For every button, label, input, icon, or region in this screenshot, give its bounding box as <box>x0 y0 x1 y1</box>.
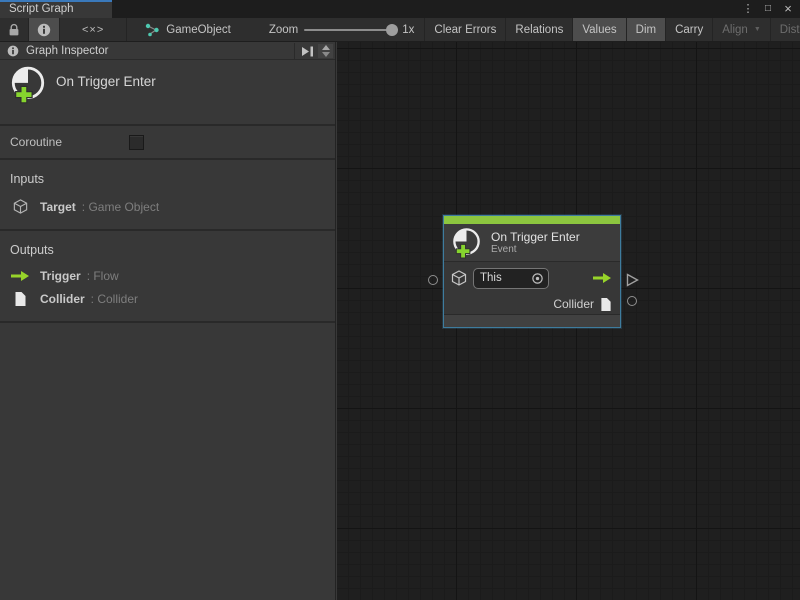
inputs-section: Inputs Target : Game Object <box>0 160 335 231</box>
document-icon <box>14 291 27 307</box>
node-output-port-collider[interactable] <box>627 296 637 306</box>
tab-script-graph[interactable]: Script Graph <box>0 0 112 18</box>
zoom-slider[interactable] <box>304 29 396 31</box>
output-row-trigger: Trigger : Flow <box>0 265 335 287</box>
outputs-section: Outputs Trigger : Flow Collider : Collid… <box>0 231 335 323</box>
maximize-icon[interactable]: □ <box>760 1 776 17</box>
coroutine-row: Coroutine <box>0 126 335 160</box>
carry-label: Carry <box>675 24 703 36</box>
node-body: This Collider <box>444 261 620 314</box>
distribute-label: Distribute <box>780 24 800 36</box>
node-collider-row: Collider <box>444 294 620 314</box>
lock-button[interactable] <box>0 18 29 41</box>
clear-errors-button[interactable]: Clear Errors <box>424 18 506 41</box>
graph-inspector-header: Graph Inspector <box>0 42 335 60</box>
node-input-port-target[interactable] <box>428 275 438 285</box>
on-trigger-enter-node[interactable]: On Trigger Enter Event This <box>443 215 621 328</box>
node-color-strip <box>444 216 620 224</box>
inspector-toggle-button[interactable] <box>29 18 60 41</box>
target-dropdown[interactable]: This <box>473 268 549 289</box>
target-dropdown-value: This <box>480 272 527 284</box>
graph-icon <box>145 23 160 37</box>
window-controls: ⋮ □ × <box>740 0 796 18</box>
code-icon: <×> <box>82 24 104 36</box>
port-type: : Game Object <box>82 200 159 214</box>
event-unit-icon <box>8 64 48 104</box>
flow-arrow-icon <box>10 270 30 282</box>
node-subtitle: Event <box>491 244 580 256</box>
dock-panel-icon[interactable] <box>300 45 315 58</box>
chevron-down-icon: ▼ <box>754 26 761 33</box>
tab-label: Script Graph <box>9 3 74 15</box>
graph-inspector-title: Graph Inspector <box>26 45 108 57</box>
port-type: : Collider <box>91 292 138 306</box>
align-label: Align <box>722 24 748 36</box>
graph-toolbar: <×> GameObject Zoom 1x Clear Errors Rela… <box>0 18 800 42</box>
arrow-down-icon[interactable] <box>322 52 330 57</box>
node-header[interactable]: On Trigger Enter Event <box>444 224 620 261</box>
window-menu-icon[interactable]: ⋮ <box>740 1 756 17</box>
port-type: : Flow <box>87 269 119 283</box>
values-button[interactable]: Values <box>573 18 626 41</box>
object-picker-icon[interactable] <box>531 272 544 285</box>
graph-inspector-panel: Graph Inspector On Trigger Enter Corouti… <box>0 42 336 600</box>
node-footer <box>444 314 620 327</box>
values-label: Values <box>582 24 616 36</box>
port-name: Target <box>40 200 76 214</box>
node-target-row: This <box>444 262 620 294</box>
window-tab-bar: Script Graph ⋮ □ × <box>0 0 800 18</box>
code-view-button[interactable]: <×> <box>60 18 127 41</box>
zoom-label: Zoom <box>269 24 298 36</box>
event-unit-icon <box>450 226 483 259</box>
outputs-header: Outputs <box>0 237 335 265</box>
zoom-slider-thumb[interactable] <box>386 24 398 36</box>
collider-port-label: Collider <box>553 297 594 311</box>
output-row-collider: Collider : Collider <box>0 287 335 311</box>
document-icon <box>600 297 612 312</box>
cube-icon <box>12 198 29 215</box>
port-name: Collider <box>40 292 85 306</box>
carry-button[interactable]: Carry <box>666 18 713 41</box>
arrow-up-icon[interactable] <box>322 45 330 50</box>
graph-target-indicator[interactable]: GameObject <box>127 18 241 41</box>
input-row-target: Target : Game Object <box>0 194 335 219</box>
graph-canvas[interactable]: On Trigger Enter Event This <box>337 42 800 600</box>
zoom-control: Zoom 1x <box>241 18 425 41</box>
coroutine-label: Coroutine <box>10 135 129 149</box>
relations-label: Relations <box>515 24 563 36</box>
clear-errors-label: Clear Errors <box>434 24 496 36</box>
close-icon[interactable]: × <box>780 1 796 17</box>
info-icon <box>7 45 19 57</box>
lock-icon <box>8 23 20 37</box>
node-title: On Trigger Enter <box>491 230 580 244</box>
cube-icon <box>450 269 468 287</box>
divider <box>294 43 295 59</box>
node-output-port-trigger[interactable] <box>626 273 639 287</box>
flow-arrow-icon <box>592 272 612 284</box>
dim-button[interactable]: Dim <box>627 18 666 41</box>
panel-scroll-spinner <box>318 44 333 58</box>
relations-button[interactable]: Relations <box>506 18 573 41</box>
info-icon <box>37 23 51 37</box>
graph-target-label: GameObject <box>166 24 231 36</box>
distribute-button[interactable]: Distribute ▼ <box>771 18 800 41</box>
coroutine-checkbox[interactable] <box>129 135 144 150</box>
inputs-header: Inputs <box>0 166 335 194</box>
port-name: Trigger <box>40 269 81 283</box>
unit-title-block: On Trigger Enter <box>0 60 335 126</box>
unit-title: On Trigger Enter <box>56 64 156 89</box>
align-button[interactable]: Align ▼ <box>713 18 771 41</box>
dim-label: Dim <box>636 24 656 36</box>
zoom-value: 1x <box>402 24 414 36</box>
